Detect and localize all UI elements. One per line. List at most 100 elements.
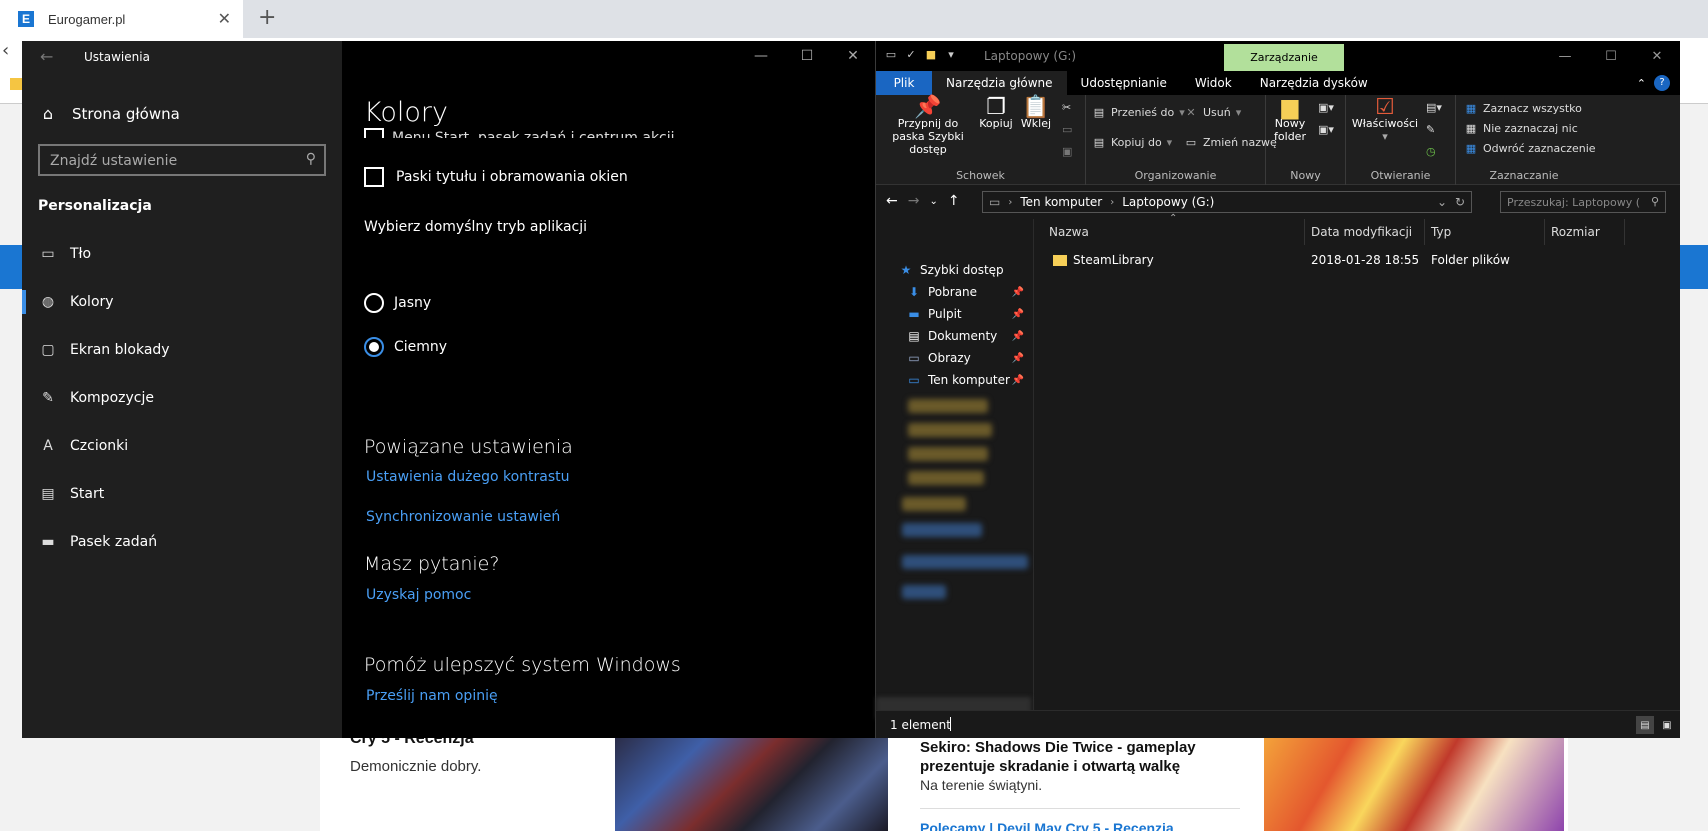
column-header-modified[interactable]: Data modyfikacji — [1305, 219, 1425, 245]
properties-qat-icon[interactable]: ✓ — [904, 48, 918, 62]
get-help-link[interactable]: Uzyskaj pomoc — [366, 587, 471, 603]
pin-icon[interactable]: 📌 — [1012, 331, 1024, 342]
paste-button[interactable]: 📋 Wklej — [1018, 97, 1054, 131]
article-title[interactable]: Sekiro: Shadows Die Twice - gameplay pre… — [920, 738, 1220, 776]
radio-circle[interactable] — [364, 293, 384, 313]
chevron-down-icon[interactable]: ⌄ — [1437, 195, 1447, 209]
sidebar-item-czcionki[interactable]: A Czcionki — [22, 422, 342, 470]
rename-button[interactable]: ▭ Zmień nazwę — [1184, 135, 1277, 149]
search-icon[interactable]: ⚲ — [1651, 195, 1659, 208]
article-title[interactable]: Polecamy | Devil May Cry 5 - Recenzja — [920, 820, 1174, 831]
browser-back-icon[interactable]: ‹ — [2, 40, 9, 61]
move-to-button[interactable]: ▤ Przenieś do ▾ — [1092, 105, 1185, 119]
help-icon[interactable]: ? — [1654, 75, 1670, 91]
new-tab-button[interactable]: + — [258, 5, 276, 30]
maximize-icon[interactable]: ☐ — [1588, 41, 1634, 71]
breadcrumb-item[interactable]: Laptopowy (G:) — [1122, 195, 1214, 209]
recent-locations-icon[interactable]: ⌄ — [929, 193, 937, 209]
chevron-right-icon[interactable]: › — [1008, 197, 1012, 208]
sidebar-item-kolory[interactable]: ◍ Kolory — [22, 278, 342, 326]
history-icon[interactable]: ◷ — [1426, 145, 1436, 158]
nav-item-documents[interactable]: ▤ Dokumenty 📌 — [876, 325, 1034, 347]
sidebar-item-pasek-zadan[interactable]: ▬ Pasek zadań — [22, 518, 342, 566]
mode-light-radio[interactable]: Jasny — [364, 293, 431, 313]
paste-shortcut-icon[interactable]: ▣ — [1062, 145, 1072, 158]
select-none-button[interactable]: ▦ Nie zaznaczaj nic — [1464, 121, 1578, 135]
column-header-size[interactable]: Rozmiar — [1545, 219, 1625, 245]
bookmark-folder-icon[interactable] — [10, 78, 22, 90]
nav-item-this-pc[interactable]: ▭ Ten komputer 📌 — [876, 369, 1034, 391]
explorer-search-box[interactable]: ⚲ — [1500, 191, 1666, 213]
file-name-cell[interactable]: SteamLibrary — [1053, 253, 1154, 267]
copy-path-icon[interactable]: ▭ — [1062, 123, 1072, 136]
titlebars-checkbox[interactable]: Paski tytułu i obramowania okien — [364, 167, 628, 187]
pin-icon[interactable]: 📌 — [1012, 309, 1024, 320]
close-icon[interactable]: ✕ — [1634, 41, 1680, 71]
tab-narzedzia-dyskow[interactable]: Narzędzia dysków — [1246, 71, 1382, 95]
details-view-icon[interactable]: ▤ — [1636, 716, 1654, 734]
sync-settings-link[interactable]: Synchronizowanie ustawień — [366, 509, 560, 525]
select-all-button[interactable]: ▦ Zaznacz wszystko — [1464, 101, 1582, 115]
tab-narzedzia-glowne[interactable]: Narzędzia główne — [932, 71, 1067, 95]
breadcrumb[interactable]: ▭ › Ten komputer › Laptopowy (G:) ⌄ ↻ — [982, 191, 1472, 213]
copy-button[interactable]: ❐ Kopiuj — [976, 97, 1016, 131]
new-item-icon[interactable]: ▣▾ — [1318, 101, 1334, 114]
nav-item-pictures[interactable]: ▭ Obrazy 📌 — [876, 347, 1034, 369]
new-folder-button[interactable]: ▆ Nowy folder — [1270, 97, 1310, 144]
open-icon[interactable]: ▤▾ — [1426, 101, 1442, 114]
article-image[interactable] — [615, 738, 888, 831]
large-icons-view-icon[interactable]: ▣ — [1658, 716, 1676, 734]
qat-dropdown-icon[interactable]: ▾ — [944, 48, 958, 62]
breadcrumb-item[interactable]: Ten komputer — [1020, 195, 1102, 209]
sidebar-item-ekran-blokady[interactable]: ▢ Ekran blokady — [22, 326, 342, 374]
invert-selection-button[interactable]: ▦ Odwróć zaznaczenie — [1464, 141, 1596, 155]
table-row[interactable]: SteamLibrary 2018-01-28 18:55 Folder pli… — [1035, 249, 1680, 271]
minimize-icon[interactable]: — — [1542, 41, 1588, 71]
back-arrow-icon[interactable]: ← — [40, 47, 53, 66]
sidebar-item-tlo[interactable]: ▭ Tło — [22, 230, 342, 278]
home-nav-item[interactable]: ⌂ Strona główna — [38, 104, 180, 123]
browser-tab[interactable]: E Eurogamer.pl ✕ — [0, 0, 243, 38]
pin-icon[interactable]: 📌 — [1012, 287, 1024, 298]
up-icon[interactable]: ↑ — [948, 193, 960, 209]
article-image[interactable] — [1264, 738, 1564, 831]
pin-quick-access-button[interactable]: 📌 Przypnij do paska Szybki dostęp — [882, 97, 974, 157]
nav-item-quick-access[interactable]: ★ Szybki dostęp — [876, 259, 1034, 281]
high-contrast-link[interactable]: Ustawienia dużego kontrastu — [366, 469, 570, 485]
sidebar-item-kompozycje[interactable]: ✎ Kompozycje — [22, 374, 342, 422]
column-header-name[interactable]: Nazwa — [1035, 219, 1305, 245]
forward-icon[interactable]: → — [908, 193, 920, 209]
new-folder-qat-icon[interactable]: ■ — [924, 48, 938, 62]
nav-item-downloads[interactable]: ⬇ Pobrane 📌 — [876, 281, 1034, 303]
sidebar-item-start[interactable]: ▤ Start — [22, 470, 342, 518]
cut-icon[interactable]: ✂ — [1062, 101, 1071, 114]
tab-close-icon[interactable]: ✕ — [218, 9, 231, 28]
start-taskbar-checkbox[interactable]: Menu Start, pasek zadań i centrum akcji — [364, 128, 675, 138]
nav-item-desktop[interactable]: ▬ Pulpit 📌 — [876, 303, 1034, 325]
checkbox-box[interactable] — [364, 167, 384, 187]
collapse-ribbon-icon[interactable]: ⌃ — [1637, 77, 1646, 90]
refresh-icon[interactable]: ↻ — [1455, 195, 1465, 209]
pin-icon[interactable]: 📌 — [1012, 375, 1024, 386]
easy-access-icon[interactable]: ▣▾ — [1318, 123, 1334, 136]
settings-search-box[interactable]: ⚲ — [38, 144, 326, 176]
radio-circle[interactable] — [364, 337, 384, 357]
delete-button[interactable]: ✕ Usuń ▾ — [1184, 105, 1241, 119]
chevron-right-icon[interactable]: › — [1110, 197, 1114, 208]
tab-plik[interactable]: Plik — [876, 71, 932, 95]
settings-search-input[interactable] — [50, 151, 290, 171]
column-header-type[interactable]: Typ — [1425, 219, 1545, 245]
search-icon[interactable]: ⚲ — [306, 151, 316, 167]
minimize-icon[interactable]: — — [738, 41, 784, 71]
feedback-link[interactable]: Prześlij nam opinię — [366, 688, 498, 704]
maximize-icon[interactable]: ☐ — [784, 41, 830, 71]
tab-udostepnianie[interactable]: Udostępnianie — [1067, 71, 1181, 95]
back-icon[interactable]: ← — [886, 193, 898, 209]
close-icon[interactable]: ✕ — [830, 41, 876, 71]
edit-icon[interactable]: ✎ — [1426, 123, 1435, 136]
copy-to-button[interactable]: ▤ Kopiuj do ▾ — [1092, 135, 1172, 149]
pin-icon[interactable]: 📌 — [1012, 353, 1024, 364]
explorer-search-input[interactable] — [1501, 192, 1641, 212]
mode-dark-radio[interactable]: Ciemny — [364, 337, 447, 357]
properties-button[interactable]: ☑ Właściwości ▾ — [1350, 97, 1420, 144]
